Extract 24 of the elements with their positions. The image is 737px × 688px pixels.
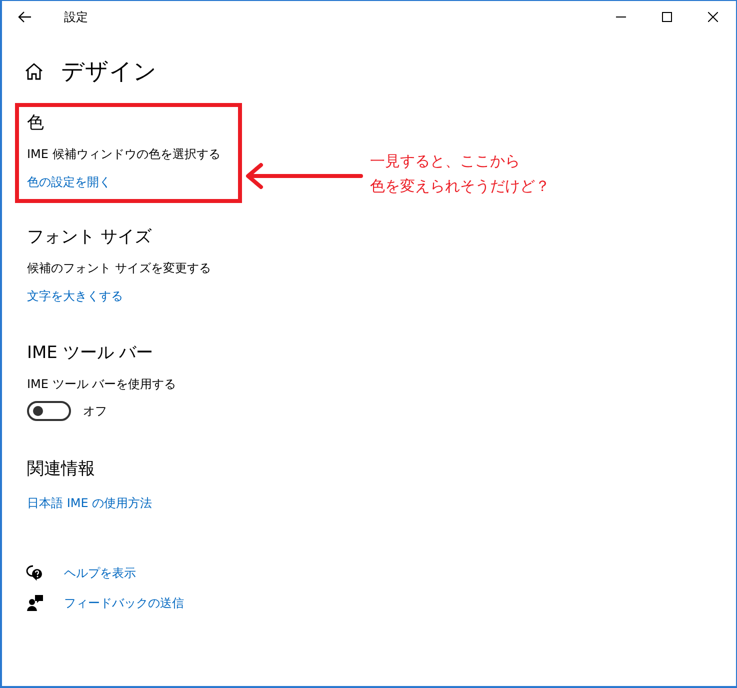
feedback-icon: [26, 594, 44, 612]
setting-description: IME 候補ウィンドウの色を選択する: [27, 146, 222, 163]
section-heading: フォント サイズ: [27, 226, 152, 248]
footer-link[interactable]: ヘルプを表示: [64, 564, 136, 582]
settings-link[interactable]: 色の設定を開く: [27, 174, 111, 191]
section-heading: IME ツール バー: [27, 342, 154, 364]
annotation-text: 色を変えられそうだけど？: [370, 176, 550, 197]
home-icon[interactable]: [25, 62, 43, 80]
help-icon: [26, 564, 44, 582]
back-arrow-icon[interactable]: [18, 11, 32, 23]
section-heading: 色: [27, 112, 45, 134]
settings-link[interactable]: 文字を大きくする: [27, 288, 123, 305]
settings-link[interactable]: 日本語 IME の使用方法: [27, 495, 152, 512]
maximize-icon[interactable]: [662, 12, 672, 22]
page-title: デザイン: [61, 58, 157, 86]
annotation-text: 一見すると、ここから: [370, 151, 521, 172]
close-icon[interactable]: [708, 12, 718, 22]
window-title: 設定: [64, 8, 89, 26]
toggle-switch[interactable]: [27, 401, 71, 421]
toggle-label: オフ: [83, 402, 107, 420]
setting-description: 候補のフォント サイズを変更する: [27, 260, 211, 277]
setting-description: IME ツール バーを使用する: [27, 376, 176, 393]
footer-link[interactable]: フィードバックの送信: [64, 594, 184, 612]
section-heading: 関連情報: [27, 458, 96, 480]
